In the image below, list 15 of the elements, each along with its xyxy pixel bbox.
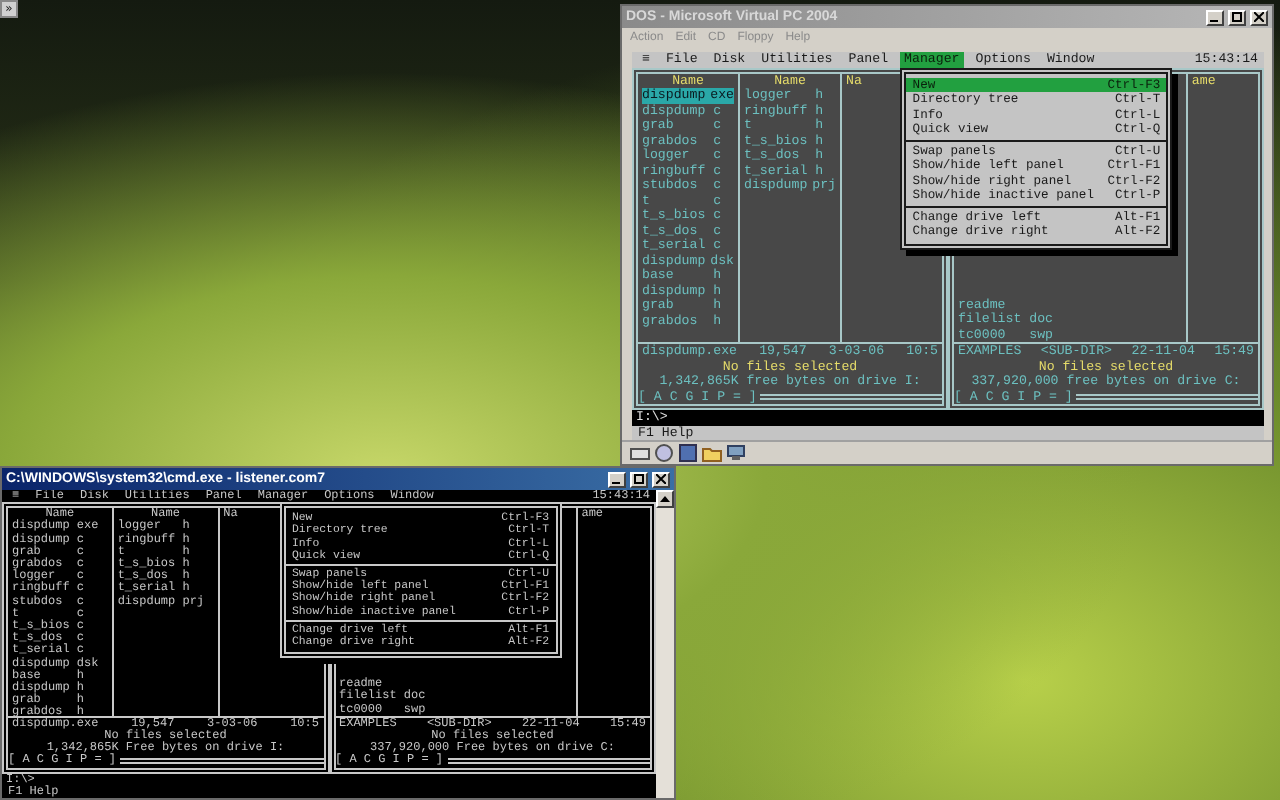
close-button[interactable]	[652, 471, 670, 487]
up-arrow-icon	[660, 496, 670, 502]
maximize-button[interactable]	[1228, 9, 1246, 25]
drive-icon[interactable]	[630, 444, 650, 462]
maximize-button[interactable]	[630, 471, 648, 487]
minimize-button[interactable]	[1206, 9, 1224, 25]
close-icon	[1254, 12, 1264, 22]
close-icon	[656, 474, 666, 484]
scroll-up-button[interactable]	[656, 490, 674, 508]
folder-icon[interactable]	[702, 444, 722, 462]
maximize-icon	[634, 474, 644, 484]
close-button[interactable]	[1250, 9, 1268, 25]
disk-icon[interactable]	[654, 444, 674, 462]
maximize-icon	[1232, 12, 1242, 22]
minimize-button[interactable]	[608, 471, 626, 487]
